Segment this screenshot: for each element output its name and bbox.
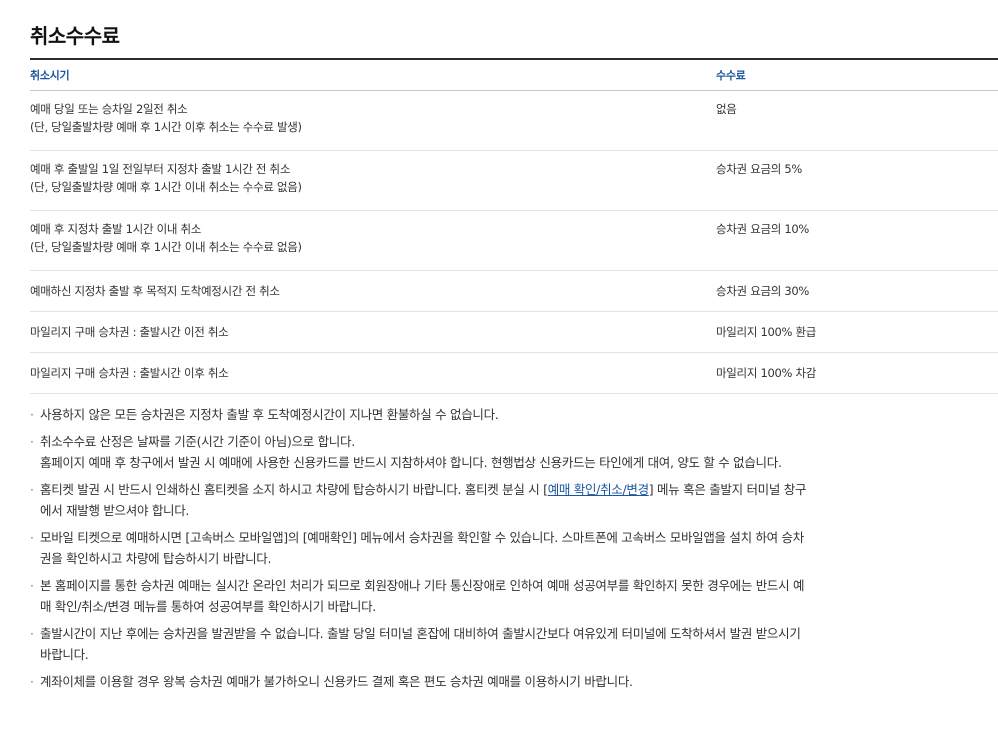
period-cell: 예매 후 출발일 1일 전일부터 지정차 출발 1시간 전 취소 (단, 당일출… <box>30 150 716 211</box>
notice-text: 출발시간이 지난 후에는 승차권을 발권받을 수 없습니다. 출발 당일 터미널… <box>40 626 801 641</box>
period-cell: 예매 후 지정차 출발 1시간 이내 취소 (단, 당일출발차량 예매 후 1시… <box>30 210 716 271</box>
table-row: 마일리지 구매 승차권 : 출발시간 이후 취소 마일리지 100% 차감 <box>30 352 998 394</box>
notice-item: · 본 홈페이지를 통한 승차권 예매는 실시간 온라인 처리가 되므로 회원장… <box>30 575 998 617</box>
notice-text: 권을 확인하시고 차량에 탑승하시기 바랍니다. <box>40 551 272 566</box>
notice-text: 매 확인/취소/변경 메뉴를 통하여 성공여부를 확인하시기 바랍니다. <box>40 599 376 614</box>
bullet-icon: · <box>30 626 34 641</box>
table-row: 예매하신 지정차 출발 후 목적지 도착예정시간 전 취소 승차권 요금의 30… <box>30 270 998 312</box>
column-header-fee: 수수료 <box>716 58 998 91</box>
period-cell: 예매하신 지정차 출발 후 목적지 도착예정시간 전 취소 <box>30 270 716 312</box>
table-header-row: 취소시기 수수료 <box>30 58 998 91</box>
bullet-icon: · <box>30 407 34 422</box>
fee-cell: 승차권 요금의 30% <box>716 270 998 312</box>
notice-text: 홈티켓 발권 시 반드시 인쇄하신 홈티켓을 소지 하시고 차량에 탑승하시기 … <box>40 479 998 500</box>
reservation-check-cancel-change-link[interactable]: 예매 확인/취소/변경 <box>548 482 649 497</box>
section-title: 취소수수료 <box>30 24 120 48</box>
table-body: 예매 당일 또는 승차일 2일전 취소 (단, 당일출발차량 예매 후 1시간 … <box>30 90 998 394</box>
period-cell: 마일리지 구매 승차권 : 출발시간 이전 취소 <box>30 311 716 353</box>
fee-cell: 마일리지 100% 차감 <box>716 352 998 394</box>
notice-list: · 사용하지 않은 모든 승차권은 지정차 출발 후 도착예정시간이 지나면 환… <box>30 404 998 698</box>
notice-item: · 출발시간이 지난 후에는 승차권을 발권받을 수 없습니다. 출발 당일 터… <box>30 623 998 665</box>
bullet-icon: · <box>30 578 34 593</box>
notice-text: 모바일 티켓으로 예매하시면 [고속버스 모바일앱]의 [예매확인] 메뉴에서 … <box>40 530 804 545</box>
notice-text: 계좌이체를 이용할 경우 왕복 승차권 예매가 불가하오니 신용카드 결제 혹은… <box>40 674 633 689</box>
notice-item: · 모바일 티켓으로 예매하시면 [고속버스 모바일앱]의 [예매확인] 메뉴에… <box>30 527 998 569</box>
fee-cell: 승차권 요금의 5% <box>716 150 998 211</box>
period-note: (단, 당일출발차량 예매 후 1시간 이내 취소는 수수료 없음) <box>30 240 302 254</box>
notice-text: 취소수수료 산정은 날짜를 기준(시간 기준이 아님)으로 합니다. <box>40 434 355 449</box>
notice-text: 에서 재발행 받으셔야 합니다. <box>40 503 190 518</box>
period-note: (단, 당일출발차량 예매 후 1시간 이후 취소는 수수료 발생) <box>30 120 302 134</box>
table-header: 취소시기 수수료 <box>30 58 998 91</box>
notice-text-before-link: 홈티켓 발권 시 반드시 인쇄하신 홈티켓을 소지 하시고 차량에 탑승하시기 … <box>40 482 548 497</box>
notice-item: · 계좌이체를 이용할 경우 왕복 승차권 예매가 불가하오니 신용카드 결제 … <box>30 671 998 692</box>
fee-cell: 승차권 요금의 10% <box>716 210 998 271</box>
bullet-icon: · <box>30 530 34 545</box>
notice-text: 사용하지 않은 모든 승차권은 지정차 출발 후 도착예정시간이 지나면 환불하… <box>40 407 499 422</box>
fee-cell: 마일리지 100% 환급 <box>716 311 998 353</box>
period-cell: 마일리지 구매 승차권 : 출발시간 이후 취소 <box>30 352 716 394</box>
notice-text: 본 홈페이지를 통한 승차권 예매는 실시간 온라인 처리가 되므로 회원장애나… <box>40 578 805 593</box>
fee-cell: 없음 <box>716 90 998 151</box>
notice-text: 홈페이지 예매 후 창구에서 발권 시 예매에 사용한 신용카드를 반드시 지참… <box>40 455 782 470</box>
table-row: 예매 후 출발일 1일 전일부터 지정차 출발 1시간 전 취소 (단, 당일출… <box>30 150 998 211</box>
cancellation-fee-table: 취소시기 수수료 예매 당일 또는 승차일 2일전 취소 (단, 당일출발차량 … <box>30 58 998 394</box>
period-text: 예매 당일 또는 승차일 2일전 취소 <box>30 102 188 116</box>
notice-text-after-link: ] 메뉴 혹은 출발지 터미널 창구 <box>648 482 807 497</box>
period-text: 예매 후 출발일 1일 전일부터 지정차 출발 1시간 전 취소 <box>30 162 291 176</box>
column-header-period: 취소시기 <box>30 58 716 91</box>
bullet-icon: · <box>30 674 34 689</box>
notice-item: · 취소수수료 산정은 날짜를 기준(시간 기준이 아님)으로 합니다. 홈페이… <box>30 431 998 473</box>
table-row: 예매 당일 또는 승차일 2일전 취소 (단, 당일출발차량 예매 후 1시간 … <box>30 90 998 151</box>
notice-item: · 사용하지 않은 모든 승차권은 지정차 출발 후 도착예정시간이 지나면 환… <box>30 404 998 425</box>
notice-item: · 홈티켓 발권 시 반드시 인쇄하신 홈티켓을 소지 하시고 차량에 탑승하시… <box>30 479 998 521</box>
notice-text: 바랍니다. <box>40 647 89 662</box>
period-cell: 예매 당일 또는 승차일 2일전 취소 (단, 당일출발차량 예매 후 1시간 … <box>30 90 716 151</box>
bullet-icon: · <box>30 482 34 497</box>
bullet-icon: · <box>30 434 34 449</box>
table-row: 예매 후 지정차 출발 1시간 이내 취소 (단, 당일출발차량 예매 후 1시… <box>30 210 998 271</box>
table-row: 마일리지 구매 승차권 : 출발시간 이전 취소 마일리지 100% 환급 <box>30 311 998 353</box>
period-note: (단, 당일출발차량 예매 후 1시간 이내 취소는 수수료 없음) <box>30 180 302 194</box>
period-text: 예매 후 지정차 출발 1시간 이내 취소 <box>30 222 202 236</box>
